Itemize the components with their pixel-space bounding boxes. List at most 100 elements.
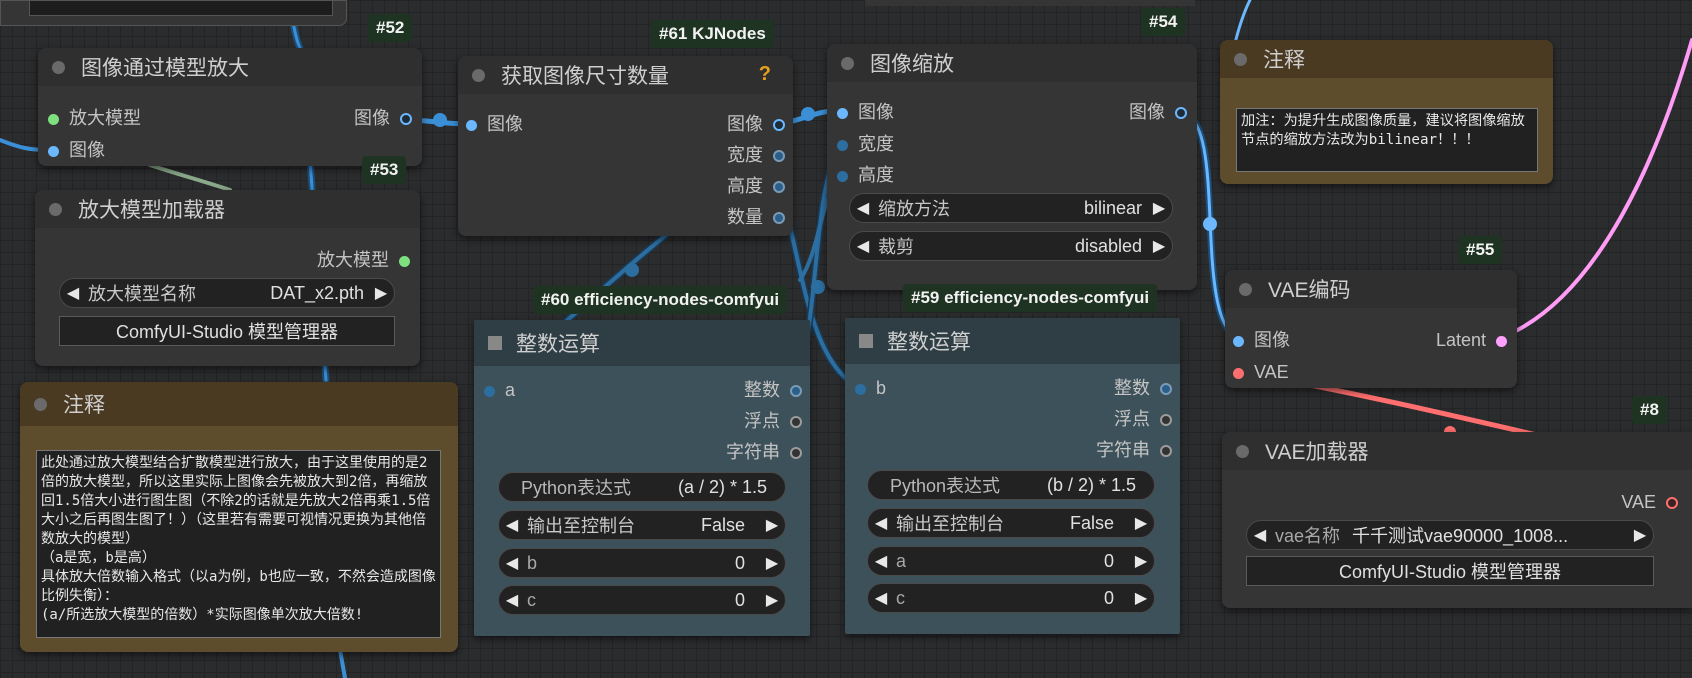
arrow-left-icon[interactable]: ◀ <box>868 588 894 608</box>
node-vae-encode[interactable]: VAE编码 图像 VAE Latent <box>1225 270 1517 388</box>
note-textarea[interactable]: 加注：为提升生成图像质量，建议将图像缩放节点的缩放方法改为bilinear！！！ <box>1236 108 1538 172</box>
node-upscale-model-loader[interactable]: 放大模型加载器 放大模型 ◀ 放大模型名称 DAT_x2.pth ▶ Comfy… <box>35 190 420 366</box>
input-slot-image[interactable]: 图像 <box>837 102 894 122</box>
help-icon[interactable]: ? <box>759 63 771 86</box>
node-header[interactable]: 注释 <box>1220 40 1553 78</box>
slot-dot-icon[interactable] <box>790 447 802 459</box>
arrow-right-icon[interactable]: ▶ <box>759 590 785 610</box>
output-slot-int[interactable]: 整数 <box>744 380 802 400</box>
arrow-left-icon[interactable]: ◀ <box>868 513 894 533</box>
output-slot-float[interactable]: 浮点 <box>1114 409 1172 429</box>
collapse-dot-icon[interactable] <box>1236 444 1249 458</box>
arrow-right-icon[interactable]: ▶ <box>1146 236 1172 256</box>
note-textarea[interactable]: 此处通过放大模型结合扩散模型进行放大，由于这里使用的是2倍的放大模型，所以这里实… <box>36 450 441 638</box>
model-manager-button[interactable]: ComfyUI-Studio 模型管理器 <box>1246 556 1654 586</box>
slot-dot-icon[interactable] <box>48 114 59 125</box>
node-get-image-size-count[interactable]: 获取图像尺寸数量? 图像 图像 宽度 高度 数量 <box>458 56 793 236</box>
slot-dot-icon[interactable] <box>484 386 495 397</box>
slot-dot-icon[interactable] <box>773 181 785 193</box>
node-integer-math-b[interactable]: 整数运算 b 整数 浮点 字符串 Python表达式 (b / 2) * 1.5… <box>845 318 1180 634</box>
input-slot-vae[interactable]: VAE <box>1233 362 1289 382</box>
input-slot-upscale-model[interactable]: 放大模型 <box>48 108 141 128</box>
node-header[interactable]: 注释 <box>20 382 458 426</box>
node-header[interactable]: 获取图像尺寸数量? <box>458 56 793 94</box>
output-slot-count[interactable]: 数量 <box>727 207 785 227</box>
arrow-left-icon[interactable]: ◀ <box>868 551 894 571</box>
slot-dot-icon[interactable] <box>1233 368 1244 379</box>
arrow-right-icon[interactable]: ▶ <box>759 515 785 535</box>
slot-dot-icon[interactable] <box>1160 445 1172 457</box>
input-slot-image[interactable]: 图像 <box>466 114 523 134</box>
arrow-left-icon[interactable]: ◀ <box>499 515 525 535</box>
note-node-left[interactable]: 注释 此处通过放大模型结合扩散模型进行放大，由于这里使用的是2倍的放大模型，所以… <box>20 382 458 652</box>
collapse-dot-icon[interactable] <box>34 397 47 411</box>
arrow-right-icon[interactable]: ▶ <box>1128 588 1154 608</box>
slot-dot-icon[interactable] <box>773 119 785 131</box>
arrow-right-icon[interactable]: ▶ <box>1627 525 1653 545</box>
output-slot-int[interactable]: 整数 <box>1114 378 1172 398</box>
node-header[interactable]: VAE加载器 <box>1222 432 1692 470</box>
node-header[interactable]: VAE编码 <box>1225 270 1517 308</box>
print-to-console-toggle[interactable]: ◀ 输出至控制台 False ▶ <box>867 508 1155 538</box>
number-widget-a[interactable]: ◀ a 0 ▶ <box>867 546 1155 576</box>
node-image-scale[interactable]: 图像缩放 图像 宽度 高度 图像 ◀ 缩放方法 bilinear ▶ ◀ 裁剪 … <box>827 44 1197 290</box>
slot-dot-icon[interactable] <box>1160 383 1172 395</box>
input-slot-image[interactable]: 图像 <box>48 140 105 160</box>
slot-dot-icon[interactable] <box>773 150 785 162</box>
slot-dot-icon[interactable] <box>837 171 848 182</box>
node-header[interactable]: 整数运算 <box>845 318 1180 364</box>
slot-dot-icon[interactable] <box>48 146 59 157</box>
output-slot-string[interactable]: 字符串 <box>726 442 802 462</box>
arrow-left-icon[interactable]: ◀ <box>850 236 876 256</box>
collapse-dot-icon[interactable] <box>52 60 65 74</box>
output-slot-image[interactable]: 图像 <box>354 108 412 128</box>
python-expression-field[interactable]: Python表达式 (a / 2) * 1.5 <box>498 472 786 502</box>
collapse-dot-icon[interactable] <box>472 68 485 82</box>
node-header[interactable]: 整数运算 <box>474 320 810 366</box>
input-slot-width[interactable]: 宽度 <box>837 134 894 154</box>
output-slot-upscale-model[interactable]: 放大模型 <box>317 250 410 270</box>
slot-dot-icon[interactable] <box>837 108 848 119</box>
node-header[interactable]: 图像通过模型放大 <box>38 48 422 86</box>
note-node-right[interactable]: 注释 加注：为提升生成图像质量，建议将图像缩放节点的缩放方法改为bilinear… <box>1220 40 1553 184</box>
vae-name-combo[interactable]: ◀ vae名称 千千测试vae90000_1008... ▶ <box>1246 520 1654 550</box>
slot-dot-icon[interactable] <box>1175 107 1187 119</box>
arrow-right-icon[interactable]: ▶ <box>1128 513 1154 533</box>
collapse-square-icon[interactable] <box>488 336 502 350</box>
slot-dot-icon[interactable] <box>790 416 802 428</box>
slot-dot-icon[interactable] <box>837 140 848 151</box>
arrow-left-icon[interactable]: ◀ <box>499 590 525 610</box>
arrow-right-icon[interactable]: ▶ <box>368 283 394 303</box>
number-widget-c[interactable]: ◀ c 0 ▶ <box>498 585 786 615</box>
slot-dot-icon[interactable] <box>400 113 412 125</box>
print-to-console-toggle[interactable]: ◀ 输出至控制台 False ▶ <box>498 510 786 540</box>
output-slot-float[interactable]: 浮点 <box>744 411 802 431</box>
slot-dot-icon[interactable] <box>855 384 866 395</box>
number-widget-c[interactable]: ◀ c 0 ▶ <box>867 583 1155 613</box>
collapse-dot-icon[interactable] <box>841 56 854 70</box>
arrow-left-icon[interactable]: ◀ <box>499 553 525 573</box>
scale-method-combo[interactable]: ◀ 缩放方法 bilinear ▶ <box>849 193 1173 223</box>
arrow-right-icon[interactable]: ▶ <box>1146 198 1172 218</box>
input-slot-a[interactable]: a <box>484 380 515 400</box>
slot-dot-icon[interactable] <box>1160 414 1172 426</box>
python-expression-field[interactable]: Python表达式 (b / 2) * 1.5 <box>867 470 1155 500</box>
arrow-right-icon[interactable]: ▶ <box>759 553 785 573</box>
model-manager-button[interactable]: ComfyUI-Studio 模型管理器 <box>59 316 395 346</box>
output-slot-height[interactable]: 高度 <box>727 176 785 196</box>
node-integer-math-a[interactable]: 整数运算 a 整数 浮点 字符串 Python表达式 (a / 2) * 1.5… <box>474 320 810 636</box>
upscale-model-name-combo[interactable]: ◀ 放大模型名称 DAT_x2.pth ▶ <box>59 278 395 308</box>
slot-dot-icon[interactable] <box>790 385 802 397</box>
node-vae-loader[interactable]: VAE加载器 VAE ◀ vae名称 千千测试vae90000_1008... … <box>1222 432 1692 608</box>
output-slot-vae[interactable]: VAE <box>1621 492 1678 512</box>
slot-dot-icon[interactable] <box>1233 336 1244 347</box>
collapse-square-icon[interactable] <box>859 334 873 348</box>
output-slot-string[interactable]: 字符串 <box>1096 440 1172 460</box>
arrow-right-icon[interactable]: ▶ <box>1128 551 1154 571</box>
output-slot-latent[interactable]: Latent <box>1436 330 1507 350</box>
output-slot-image[interactable]: 图像 <box>1129 102 1187 122</box>
input-slot-image[interactable]: 图像 <box>1233 330 1290 350</box>
arrow-left-icon[interactable]: ◀ <box>1247 525 1273 545</box>
arrow-left-icon[interactable]: ◀ <box>850 198 876 218</box>
input-slot-height[interactable]: 高度 <box>837 165 894 185</box>
